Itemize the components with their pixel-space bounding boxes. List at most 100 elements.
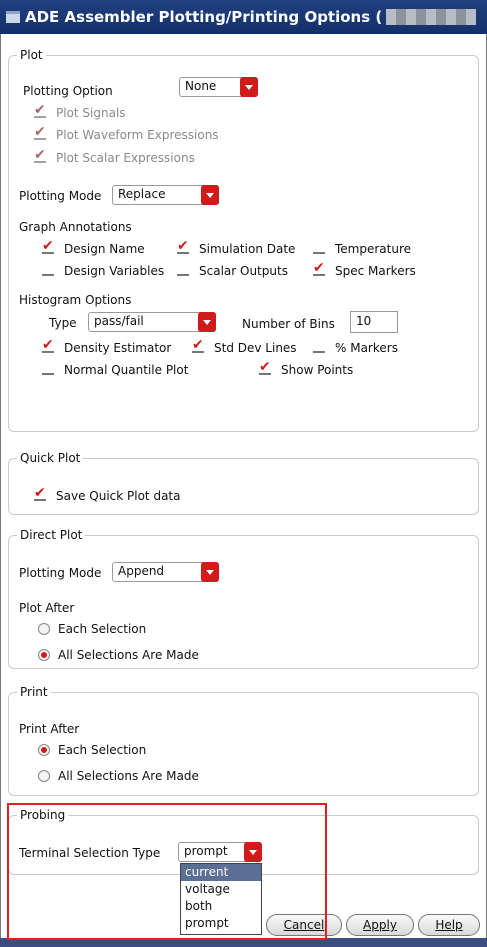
normal-quantile-checkbox[interactable]: Normal Quantile Plot: [42, 363, 188, 377]
taskbar-strip: [0, 938, 487, 947]
dropdown-option-voltage[interactable]: voltage: [181, 881, 261, 898]
window-title: ADE Assembler Plotting/Printing Options …: [25, 8, 383, 26]
checkbox-icon: ✔: [34, 124, 46, 140]
direct-plotting-mode-combo[interactable]: Append: [112, 562, 219, 582]
spec-markers-checkbox[interactable]: ✔ Spec Markers: [313, 260, 416, 278]
density-estimator-label: Density Estimator: [64, 341, 172, 355]
chevron-down-icon: [201, 185, 219, 205]
print-after-each-radio[interactable]: Each Selection: [38, 743, 146, 757]
graph-annotations-label: Graph Annotations: [19, 220, 132, 234]
cancel-button[interactable]: Cancel: [266, 914, 342, 936]
histogram-type-combo[interactable]: pass/fail: [88, 312, 216, 332]
plotting-option-value: None: [185, 79, 217, 93]
help-button[interactable]: Help: [418, 914, 480, 936]
checkbox-icon: ✔: [177, 238, 189, 254]
print-after-each-label: Each Selection: [58, 743, 147, 757]
window-icon: [6, 11, 20, 23]
checkbox-icon: ✔: [34, 485, 46, 501]
plot-after-all-label: All Selections Are Made: [58, 648, 199, 662]
plotting-mode-label: Plotting Mode: [19, 189, 102, 203]
checkbox-icon: ✔: [192, 337, 204, 353]
dropdown-option-current[interactable]: current: [181, 864, 261, 881]
plot-after-label: Plot After: [19, 601, 75, 615]
plot-group-title: Plot: [17, 48, 46, 62]
density-estimator-checkbox[interactable]: ✔ Density Estimator: [42, 337, 172, 355]
checkbox-icon: [42, 264, 54, 276]
checkbox-icon: ✔: [34, 102, 46, 118]
plot-after-all-radio[interactable]: All Selections Are Made: [38, 648, 199, 662]
radio-icon: [38, 623, 50, 635]
histogram-type-value: pass/fail: [94, 314, 144, 328]
checkbox-icon: [313, 242, 325, 254]
checkbox-icon: ✔: [259, 359, 271, 375]
std-dev-lines-label: Std Dev Lines: [214, 341, 297, 355]
save-quick-plot-checkbox[interactable]: ✔ Save Quick Plot data: [34, 485, 181, 503]
terminal-selection-value: prompt: [184, 844, 228, 858]
quick-plot-group-title: Quick Plot: [17, 451, 84, 465]
radio-icon: [38, 744, 50, 756]
checkbox-icon: ✔: [34, 147, 46, 163]
checkbox-icon: [313, 341, 325, 353]
title-bar: ADE Assembler Plotting/Printing Options …: [0, 0, 487, 34]
scalar-outputs-checkbox[interactable]: Scalar Outputs: [177, 264, 288, 278]
temperature-checkbox[interactable]: Temperature: [313, 242, 411, 256]
plotting-mode-value: Replace: [118, 187, 166, 201]
print-after-all-label: All Selections Are Made: [58, 769, 199, 783]
number-of-bins-input[interactable]: 10: [350, 311, 398, 333]
chevron-down-icon: [244, 842, 262, 862]
checkbox-icon: ✔: [313, 260, 325, 276]
type-label: Type: [49, 316, 77, 330]
plotting-mode-combo[interactable]: Replace: [112, 185, 219, 205]
spec-markers-label: Spec Markers: [335, 264, 416, 278]
direct-plotting-mode-value: Append: [118, 564, 165, 578]
chevron-down-icon: [240, 77, 258, 97]
histogram-options-label: Histogram Options: [19, 293, 132, 307]
simulation-date-label: Simulation Date: [199, 242, 296, 256]
plot-waveform-checkbox: ✔ Plot Waveform Expressions: [34, 124, 219, 142]
radio-icon: [38, 649, 50, 661]
plot-scalar-checkbox: ✔ Plot Scalar Expressions: [34, 147, 195, 165]
design-name-checkbox[interactable]: ✔ Design Name: [42, 238, 145, 256]
plot-signals-label: Plot Signals: [56, 106, 126, 120]
chevron-down-icon: [198, 312, 216, 332]
simulation-date-checkbox[interactable]: ✔ Simulation Date: [177, 238, 296, 256]
direct-plot-group-title: Direct Plot: [17, 528, 86, 542]
plot-signals-checkbox: ✔ Plot Signals: [34, 102, 126, 120]
plot-scalar-label: Plot Scalar Expressions: [56, 151, 195, 165]
normal-quantile-label: Normal Quantile Plot: [64, 363, 189, 377]
terminal-selection-label: Terminal Selection Type: [19, 846, 161, 860]
design-variables-label: Design Variables: [64, 264, 165, 278]
terminal-selection-dropdown: current voltage both prompt: [180, 863, 262, 935]
percent-markers-label: % Markers: [335, 341, 398, 355]
dropdown-option-both[interactable]: both: [181, 898, 261, 915]
terminal-selection-combo[interactable]: prompt: [178, 842, 262, 862]
radio-icon: [38, 770, 50, 782]
plotting-option-label: Plotting Option: [23, 84, 113, 98]
temperature-label: Temperature: [335, 242, 412, 256]
checkbox-icon: [42, 363, 54, 375]
number-of-bins-label: Number of Bins: [242, 317, 335, 331]
show-points-label: Show Points: [281, 363, 354, 377]
scalar-outputs-label: Scalar Outputs: [199, 264, 288, 278]
show-points-checkbox[interactable]: ✔ Show Points: [259, 359, 354, 377]
chevron-down-icon: [201, 562, 219, 582]
quick-plot-group: Quick Plot: [8, 451, 479, 515]
title-redacted: [386, 9, 477, 25]
print-after-label: Print After: [19, 722, 80, 736]
direct-plotting-mode-label: Plotting Mode: [19, 566, 102, 580]
checkbox-icon: ✔: [42, 337, 54, 353]
plot-after-each-radio[interactable]: Each Selection: [38, 622, 146, 636]
plot-waveform-label: Plot Waveform Expressions: [56, 128, 219, 142]
apply-button[interactable]: Apply: [346, 914, 414, 936]
std-dev-lines-checkbox[interactable]: ✔ Std Dev Lines: [192, 337, 297, 355]
percent-markers-checkbox[interactable]: % Markers: [313, 341, 398, 355]
plotting-option-combo[interactable]: None: [179, 77, 258, 97]
save-quick-plot-label: Save Quick Plot data: [56, 489, 181, 503]
print-group-title: Print: [17, 685, 51, 699]
design-variables-checkbox[interactable]: Design Variables: [42, 264, 164, 278]
dropdown-option-prompt[interactable]: prompt: [181, 915, 261, 932]
checkbox-icon: ✔: [42, 238, 54, 254]
probing-group-title: Probing: [17, 808, 69, 822]
design-name-label: Design Name: [64, 242, 145, 256]
print-after-all-radio[interactable]: All Selections Are Made: [38, 769, 199, 783]
